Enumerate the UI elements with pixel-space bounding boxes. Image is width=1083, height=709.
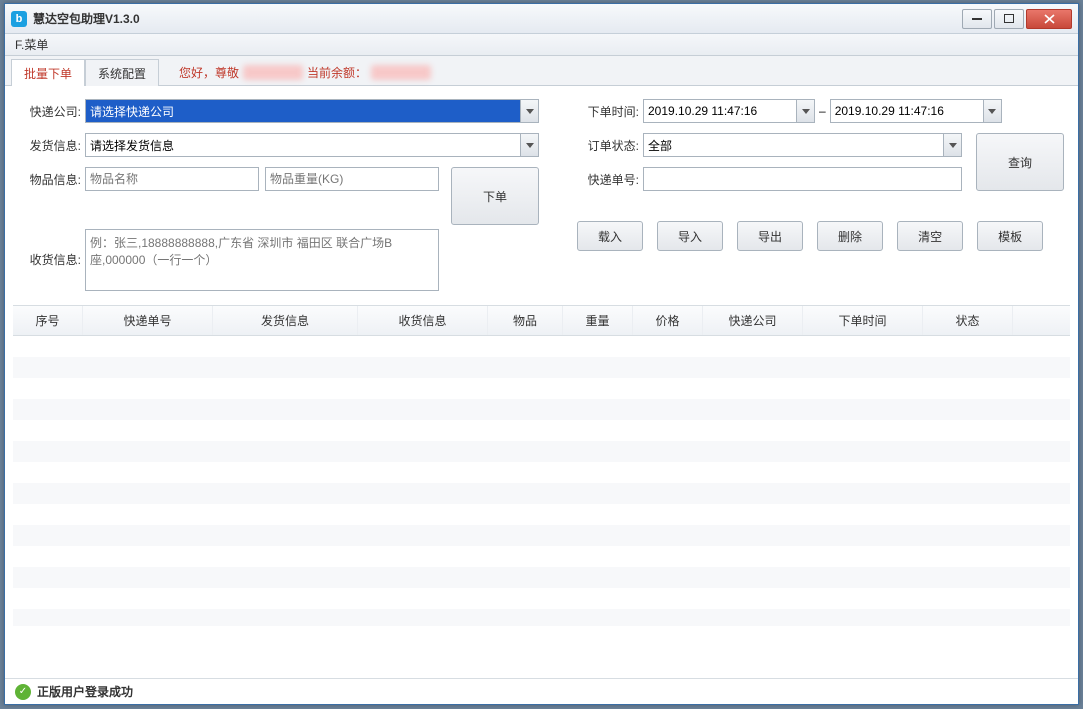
table-row [13, 462, 1070, 483]
recv-label: 收货信息: [19, 229, 81, 268]
chevron-down-icon [983, 100, 1001, 122]
window-title: 慧达空包助理V1.3.0 [33, 10, 960, 27]
import-button[interactable]: 导入 [657, 221, 723, 251]
row-courier: 快递公司: 请选择快递公司 [19, 99, 539, 123]
table-row [13, 525, 1070, 546]
table-header-cell[interactable]: 序号 [13, 306, 83, 335]
clear-button[interactable]: 清空 [897, 221, 963, 251]
tab-batch-order[interactable]: 批量下单 [11, 59, 85, 86]
template-button[interactable]: 模板 [977, 221, 1043, 251]
table-row [13, 504, 1070, 525]
row-action-buttons: 载入 导入 导出 删除 清空 模板 [577, 221, 1064, 251]
greeting-balance-label: 当前余额： [307, 64, 367, 81]
table-row [13, 357, 1070, 378]
row-goods: 物品信息: 下单 [19, 167, 539, 225]
chevron-down-icon [520, 100, 538, 122]
table-header-cell[interactable]: 快递公司 [703, 306, 803, 335]
minimize-button[interactable] [962, 9, 992, 29]
maximize-button[interactable] [994, 9, 1024, 29]
table-row [13, 399, 1070, 420]
window-controls [960, 9, 1072, 29]
menubar: F.菜单 [5, 34, 1078, 56]
form-left-column: 快递公司: 请选择快递公司 发货信息: 请选择发货信息 物品信息: [19, 99, 539, 291]
table-row [13, 588, 1070, 609]
table-header-cell[interactable]: 重量 [563, 306, 633, 335]
table-header: 序号快递单号发货信息收货信息物品重量价格快递公司下单时间状态 [13, 306, 1070, 336]
table-row [13, 420, 1070, 441]
chevron-down-icon [796, 100, 814, 122]
order-status-combo[interactable]: 全部 [643, 133, 962, 157]
table-row [13, 567, 1070, 588]
goods-name-input[interactable] [85, 167, 259, 191]
table-header-cell[interactable]: 物品 [488, 306, 563, 335]
table-header-cell[interactable]: 快递单号 [83, 306, 213, 335]
time-dash: – [819, 104, 826, 118]
table-header-cell[interactable]: 收货信息 [358, 306, 488, 335]
order-status-value: 全部 [648, 137, 672, 154]
titlebar: b 慧达空包助理V1.3.0 [5, 4, 1078, 34]
table-header-cell[interactable]: 发货信息 [213, 306, 358, 335]
goods-label: 物品信息: [19, 167, 81, 188]
shipinfo-value: 请选择发货信息 [90, 137, 174, 154]
courier-combo[interactable]: 请选择快递公司 [85, 99, 539, 123]
main-window: b 慧达空包助理V1.3.0 F.菜单 批量下单 系统配置 您好，尊敬 当前余额… [4, 3, 1079, 705]
time-from-input[interactable]: 2019.10.29 11:47:16 [643, 99, 815, 123]
table-row [13, 546, 1070, 567]
shipinfo-label: 发货信息: [19, 137, 81, 154]
time-to-input[interactable]: 2019.10.29 11:47:16 [830, 99, 1002, 123]
table: 序号快递单号发货信息收货信息物品重量价格快递公司下单时间状态 [13, 305, 1070, 678]
table-row [13, 441, 1070, 462]
row-recv: 收货信息: [19, 229, 539, 291]
trackno-input[interactable] [643, 167, 962, 191]
table-header-cell[interactable]: 状态 [923, 306, 1013, 335]
tabs-row: 批量下单 系统配置 您好，尊敬 当前余额： [5, 56, 1078, 86]
time-from-value: 2019.10.29 11:47:16 [648, 104, 757, 118]
order-status-label: 订单状态: [577, 137, 639, 154]
greeting-balance-blur [371, 65, 431, 80]
chevron-down-icon [943, 134, 961, 156]
cloud-check-icon: ✓ [15, 684, 31, 700]
shipinfo-combo[interactable]: 请选择发货信息 [85, 133, 539, 157]
form-right-column: 下单时间: 2019.10.29 11:47:16 – 2019.10.29 1… [577, 99, 1064, 291]
status-text: 正版用户登录成功 [37, 683, 133, 700]
app-icon: b [11, 11, 27, 27]
table-row [13, 378, 1070, 399]
courier-label: 快递公司: [19, 103, 81, 120]
courier-value: 请选择快递公司 [90, 103, 174, 120]
trackno-label: 快递单号: [577, 171, 639, 188]
menu-file[interactable]: F.菜单 [15, 36, 48, 53]
row-status-query: 订单状态: 全部 快递单号: 查询 [577, 133, 1064, 191]
greeting-name-blur [243, 65, 303, 80]
goods-weight-input[interactable] [265, 167, 439, 191]
recv-textarea[interactable] [85, 229, 439, 291]
status-bar: ✓ 正版用户登录成功 [5, 678, 1078, 704]
row-shipinfo: 发货信息: 请选择发货信息 [19, 133, 539, 157]
table-header-cell[interactable]: 下单时间 [803, 306, 923, 335]
greeting-text: 您好，尊敬 当前余额： [179, 64, 435, 85]
tab-system-config[interactable]: 系统配置 [85, 59, 159, 86]
order-button[interactable]: 下单 [451, 167, 539, 225]
greeting-hello: 您好，尊敬 [179, 64, 239, 81]
load-button[interactable]: 载入 [577, 221, 643, 251]
time-to-value: 2019.10.29 11:47:16 [835, 104, 944, 118]
time-label: 下单时间: [577, 103, 639, 120]
table-header-cell[interactable]: 价格 [633, 306, 703, 335]
table-row [13, 483, 1070, 504]
table-body [13, 336, 1070, 626]
content-area: 快递公司: 请选择快递公司 发货信息: 请选择发货信息 物品信息: [5, 86, 1078, 678]
table-row [13, 336, 1070, 357]
form-area: 快递公司: 请选择快递公司 发货信息: 请选择发货信息 物品信息: [13, 99, 1070, 305]
query-button[interactable]: 查询 [976, 133, 1064, 191]
close-button[interactable] [1026, 9, 1072, 29]
export-button[interactable]: 导出 [737, 221, 803, 251]
chevron-down-icon [520, 134, 538, 156]
table-row [13, 609, 1070, 626]
delete-button[interactable]: 删除 [817, 221, 883, 251]
row-time: 下单时间: 2019.10.29 11:47:16 – 2019.10.29 1… [577, 99, 1064, 123]
